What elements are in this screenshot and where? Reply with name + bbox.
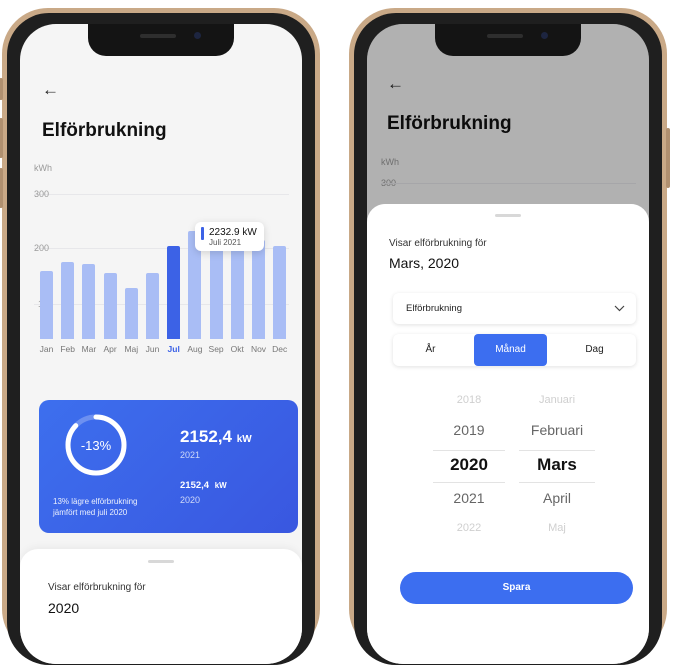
month-label-dec[interactable]: Dec (270, 344, 290, 354)
chart-bar-maj[interactable] (124, 287, 138, 339)
month-label-mar[interactable]: Mar (79, 344, 99, 354)
compare-year: 2020 (180, 495, 201, 505)
gridline (34, 194, 289, 195)
segment-day[interactable]: Dag (553, 334, 636, 366)
percent-change: -13% (80, 438, 112, 453)
date-picker-sheet: Visar elförbrukning för Mars, 2020 Elför… (367, 204, 649, 664)
power-button (666, 128, 670, 188)
chart-bar-jun[interactable] (146, 273, 159, 339)
chevron-down-icon (614, 305, 625, 312)
dropdown-value: Elförbrukning (406, 303, 462, 314)
summary-card: -13% 2152,4 kW 2021 2152,4 kW 2020 13% l… (39, 400, 298, 533)
page-title: Elförbrukning (42, 120, 167, 141)
current-value-unit: kW (236, 434, 252, 445)
month-label-jun[interactable]: Jun (143, 344, 163, 354)
compare-value-unit: kW (214, 481, 227, 490)
month-label-aug[interactable]: Aug (185, 344, 205, 354)
sheet-heading: Visar elförbrukning för (389, 238, 487, 249)
y-axis-unit: kWh (34, 163, 52, 173)
month-option[interactable]: Maj (515, 522, 599, 534)
speaker (487, 34, 523, 38)
current-value-number: 2152,4 (180, 427, 232, 446)
month-label-maj[interactable]: Maj (121, 344, 141, 354)
volume-down-button (0, 168, 3, 208)
month-option[interactable]: Februari (515, 422, 599, 438)
value-tooltip: 2232.9 kW Juli 2021 (195, 222, 264, 251)
month-label-nov[interactable]: Nov (249, 344, 269, 354)
consumption-chart: 300 200 100 JanFebMarAprMajJunJulAugSepO… (20, 174, 302, 379)
selection-line (433, 482, 505, 483)
volume-up-button (0, 118, 3, 158)
month-picker-wheel[interactable]: Januari Februari Mars April Maj (515, 394, 599, 544)
sheet-heading: Visar elförbrukning för (48, 582, 146, 593)
mute-switch (0, 78, 3, 100)
month-label-apr[interactable]: Apr (100, 344, 120, 354)
current-value: 2152,4 kW (180, 427, 252, 447)
chart-bar-feb[interactable] (61, 261, 75, 339)
y-tick-label: 300 (34, 189, 50, 199)
screen-right: ← Elförbrukning kWh 300 Visar elförbrukn… (367, 24, 649, 664)
sheet-handle[interactable] (148, 560, 174, 563)
notch (88, 24, 234, 56)
chart-bar-mar[interactable] (82, 264, 96, 339)
chart-bar-dec[interactable] (273, 245, 287, 339)
month-option[interactable]: Januari (515, 394, 599, 406)
compare-value: 2152,4 kW (180, 480, 227, 491)
save-button[interactable]: Spara (400, 572, 633, 604)
speaker (140, 34, 176, 38)
chart-bar-nov[interactable] (252, 239, 265, 339)
year-option[interactable]: 2018 (429, 394, 509, 406)
month-option[interactable]: April (515, 490, 599, 506)
phone-frame-right: ← Elförbrukning kWh 300 Visar elförbrukn… (349, 8, 670, 665)
year-picker-wheel[interactable]: 2018 2019 2020 2021 2022 (429, 394, 509, 544)
selection-summary: Mars, 2020 (389, 255, 460, 271)
front-camera (541, 32, 548, 39)
month-label-feb[interactable]: Feb (58, 344, 78, 354)
front-camera (194, 32, 201, 39)
bottom-sheet[interactable]: Visar elförbrukning för 2020 (20, 549, 302, 664)
selection-line (519, 450, 595, 451)
segment-year[interactable]: År (393, 334, 468, 366)
tooltip-marker (201, 227, 204, 240)
sheet-value: 2020 (48, 600, 80, 616)
month-label-jul[interactable]: Jul (164, 344, 184, 354)
tooltip-value: 2232.9 kW (209, 227, 257, 238)
year-option-selected[interactable]: 2020 (429, 455, 509, 475)
year-option[interactable]: 2021 (429, 490, 509, 506)
metric-dropdown[interactable]: Elförbrukning (393, 293, 636, 324)
comparison-description: 13% lägre elförbrukning jämfört med juli… (53, 497, 138, 517)
selection-line (433, 450, 505, 451)
year-option[interactable]: 2019 (429, 422, 509, 438)
month-option-selected[interactable]: Mars (515, 455, 599, 475)
selection-line (519, 482, 595, 483)
chart-bar-okt[interactable] (230, 239, 244, 339)
year-option[interactable]: 2022 (429, 522, 509, 534)
chart-bar-apr[interactable] (103, 273, 117, 339)
notch (435, 24, 581, 56)
tooltip-date: Juli 2021 (209, 238, 242, 247)
screen-left: ← Elförbrukning kWh 300 200 100 JanFebMa… (20, 24, 302, 664)
current-year: 2021 (180, 450, 201, 460)
y-tick-label: 200 (34, 243, 50, 253)
phone-frame-left: ← Elförbrukning kWh 300 200 100 JanFebMa… (0, 8, 320, 665)
compare-value-number: 2152,4 (180, 480, 210, 491)
segment-month[interactable]: Månad (474, 334, 547, 366)
sheet-handle[interactable] (495, 214, 521, 217)
chart-bar-sep[interactable] (209, 239, 223, 339)
month-label-okt[interactable]: Okt (227, 344, 247, 354)
month-label-jan[interactable]: Jan (37, 344, 57, 354)
chart-bar-jan[interactable] (40, 271, 53, 339)
back-arrow-icon[interactable]: ← (42, 80, 59, 100)
period-segmented-control: År Månad Dag (393, 334, 636, 366)
chart-bar-jul[interactable] (167, 245, 181, 339)
month-label-sep[interactable]: Sep (206, 344, 226, 354)
